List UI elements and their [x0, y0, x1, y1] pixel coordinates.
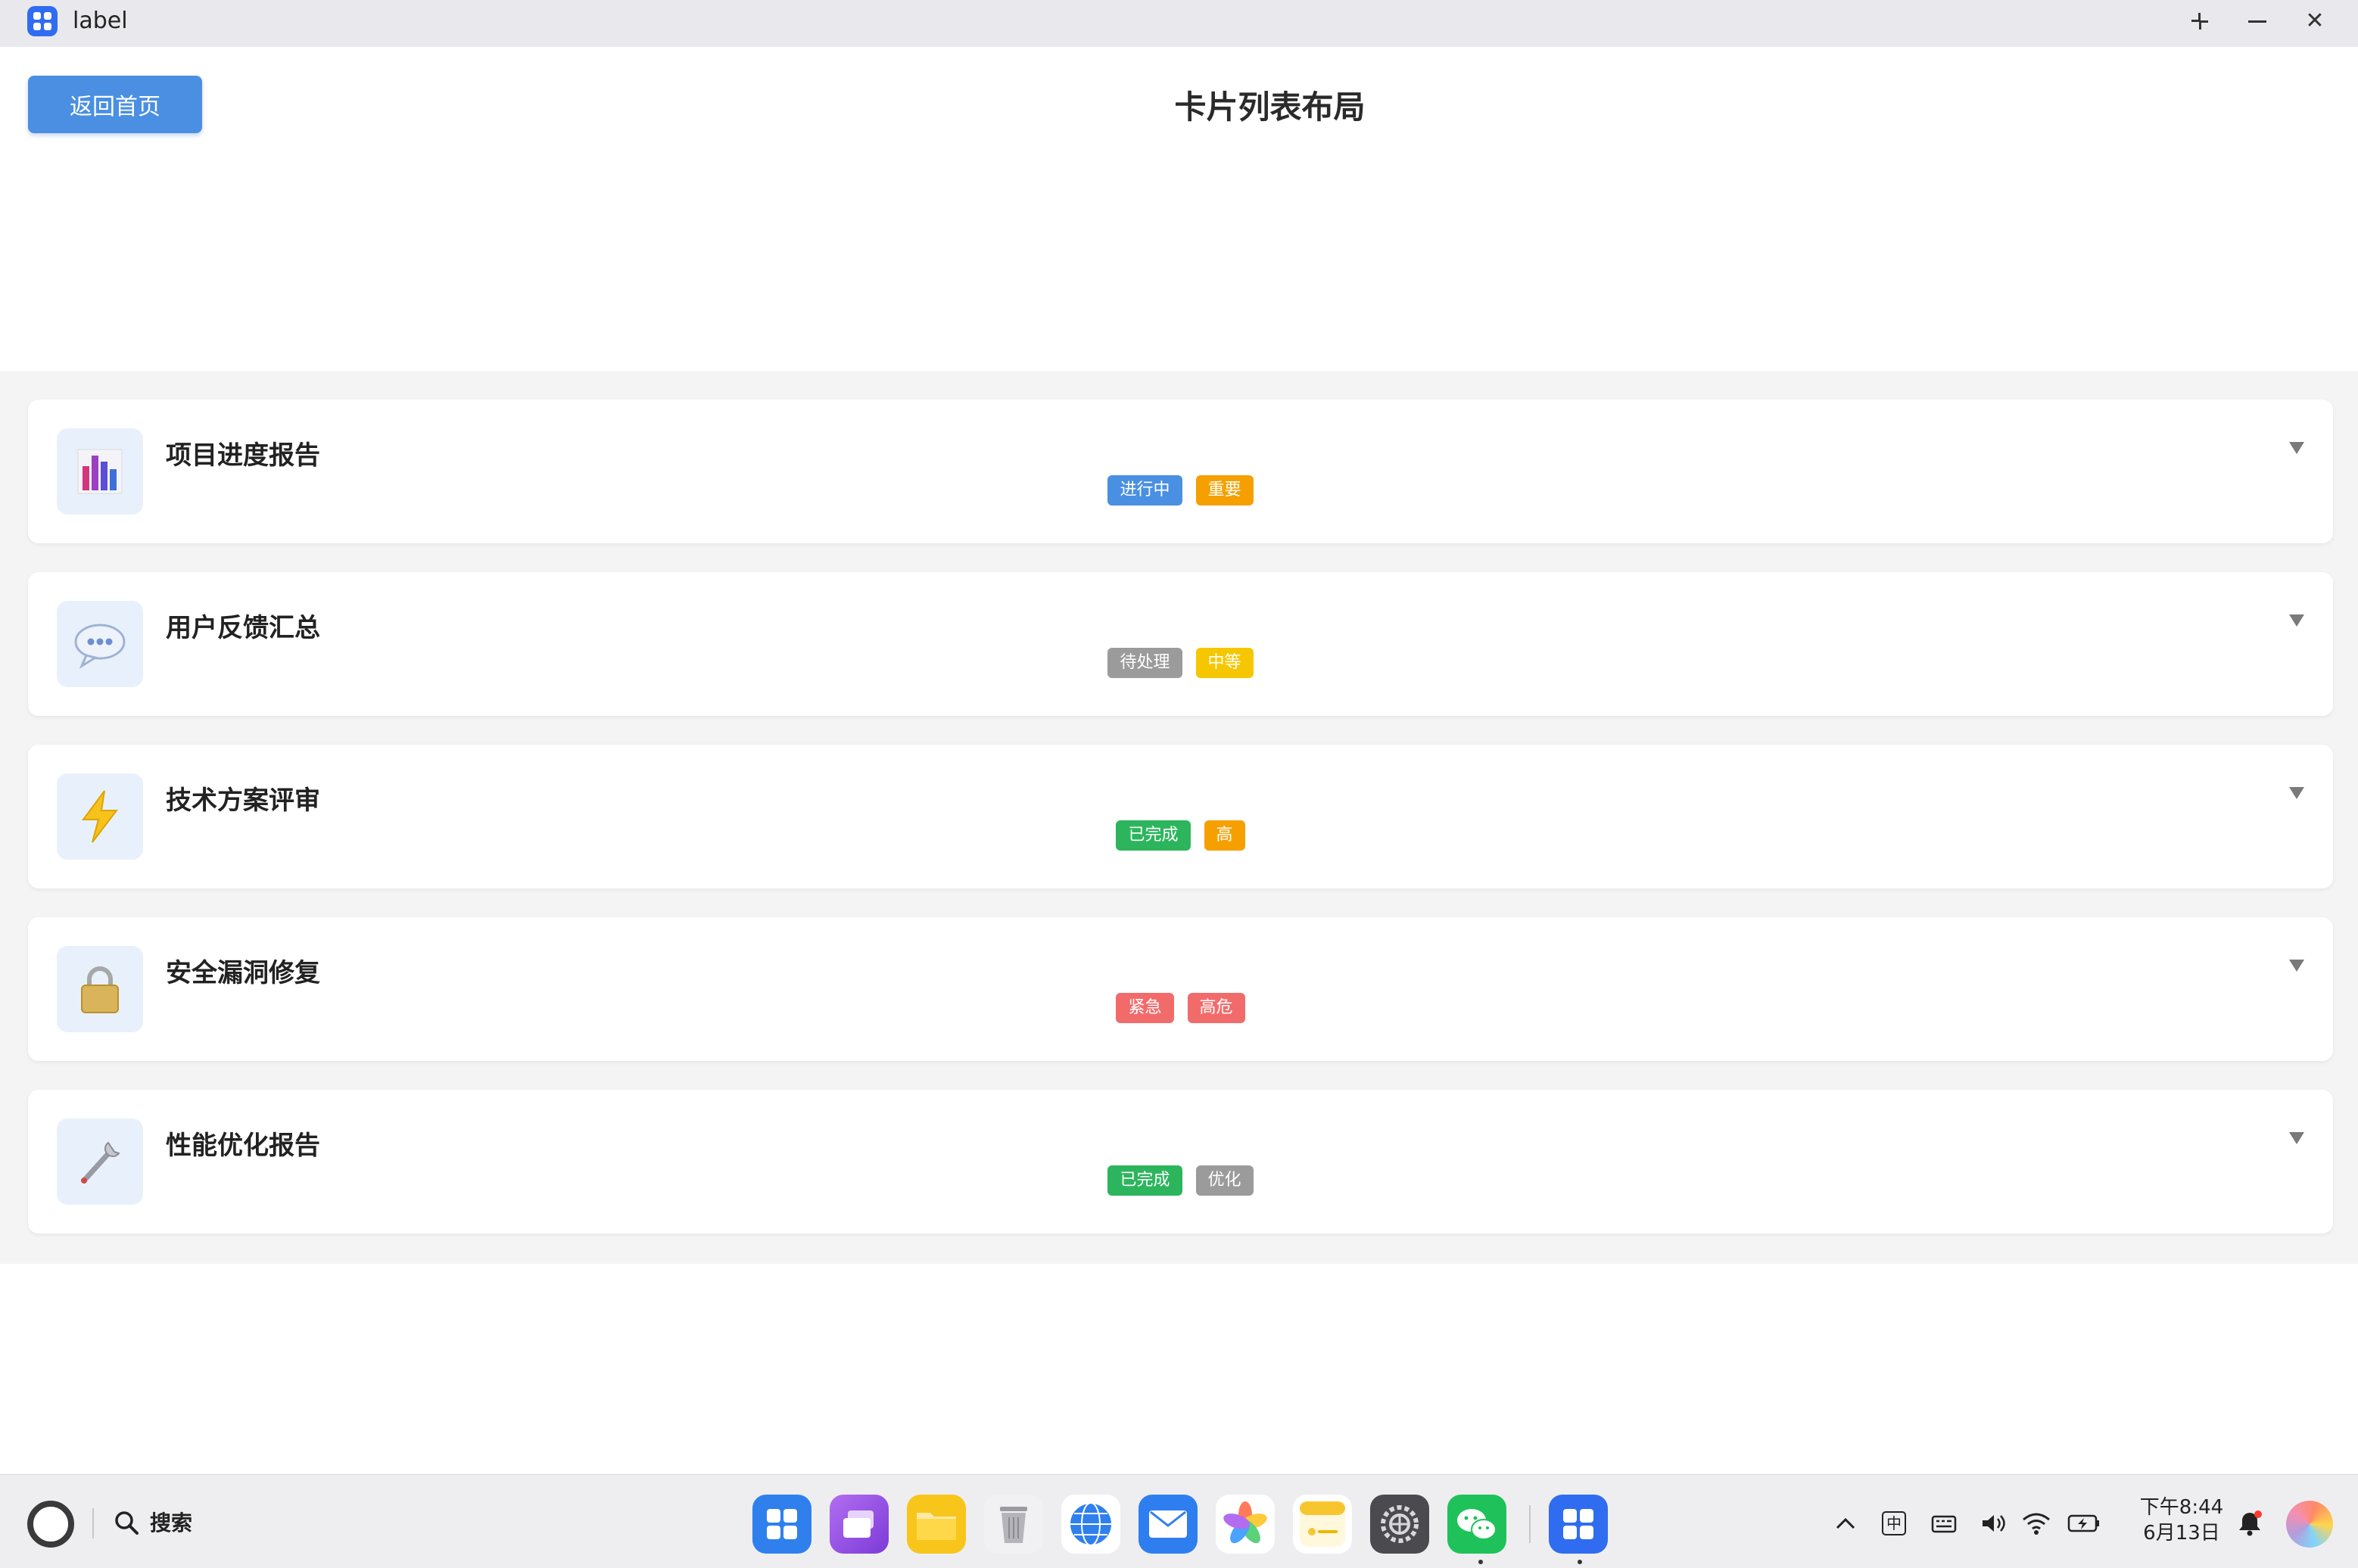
card-tags: 已完成 优化 — [28, 1165, 2333, 1196]
card-project-progress[interactable]: 项目进度报告 进行中 重要 — [28, 400, 2333, 543]
input-method-indicator[interactable]: 中 — [1879, 1508, 1909, 1538]
dock-separator — [1529, 1505, 1531, 1543]
app-icon — [27, 6, 58, 36]
envelope-icon — [1149, 1510, 1187, 1538]
card-title: 用户反馈汇总 — [166, 613, 320, 643]
label-app-dock-icon[interactable] — [1549, 1495, 1608, 1554]
clock-time: 下午8:44 — [2139, 1496, 2224, 1519]
status-badge: 已完成 — [1107, 1165, 1182, 1196]
priority-badge: 重要 — [1195, 475, 1254, 506]
start-button[interactable] — [27, 1501, 74, 1548]
search-label[interactable]: 搜索 — [150, 1510, 192, 1537]
flower-icon — [1223, 1501, 1267, 1544]
taskbar: 搜索 中 下午8:44 6月13日 — [0, 1474, 2358, 1568]
close-icon: ✕ — [2305, 8, 2325, 34]
app-grid-icon — [1563, 1509, 1593, 1539]
battery-icon[interactable] — [2067, 1508, 2101, 1538]
status-badge: 紧急 — [1116, 993, 1174, 1023]
notes-icon — [1300, 1501, 1345, 1547]
restore-button[interactable] — [2183, 6, 2216, 36]
trash-dock-icon[interactable] — [984, 1495, 1043, 1554]
keyboard-icon[interactable] — [1929, 1508, 1959, 1538]
search-icon[interactable] — [114, 1510, 139, 1535]
chevron-down-icon[interactable] — [2289, 1132, 2304, 1144]
launcher-dock-icon[interactable] — [752, 1495, 811, 1554]
gear-icon — [1381, 1505, 1419, 1543]
card-performance-report[interactable]: 性能优化报告 已完成 优化 — [28, 1090, 2333, 1234]
card-title: 安全漏洞修复 — [166, 958, 320, 988]
window-title: label — [73, 8, 128, 34]
priority-badge: 中等 — [1195, 648, 1254, 678]
page-title: 卡片列表布局 — [1174, 89, 1366, 126]
card-tech-review[interactable]: 技术方案评审 已完成 高 — [28, 745, 2333, 888]
assistant-orb-icon[interactable] — [2286, 1501, 2333, 1548]
app-window: label ✕ 返回首页 卡片列表布局 项目进度报告 进行中 重要 用户反馈汇总… — [0, 0, 2358, 1474]
settings-dock-icon[interactable] — [1370, 1495, 1429, 1554]
card-user-feedback[interactable]: 用户反馈汇总 待处理 中等 — [28, 572, 2333, 716]
card-security-fix[interactable]: 安全漏洞修复 紧急 高危 — [28, 917, 2333, 1061]
status-badge: 进行中 — [1107, 475, 1182, 506]
card-list: 项目进度报告 进行中 重要 用户反馈汇总 待处理 中等 技术方案评审 已完成 高… — [0, 371, 2358, 1264]
card-tags: 待处理 中等 — [28, 648, 2333, 678]
app-grid-icon — [767, 1509, 797, 1539]
restore-icon — [2190, 11, 2210, 31]
minimize-button[interactable] — [2241, 6, 2274, 36]
folder-icon — [917, 1513, 956, 1540]
mail-dock-icon[interactable] — [1139, 1495, 1198, 1554]
card-title: 项目进度报告 — [166, 440, 320, 471]
globe-icon — [1069, 1502, 1113, 1546]
category-badge: 优化 — [1195, 1165, 1254, 1196]
minimize-icon — [2248, 20, 2266, 23]
status-badge: 待处理 — [1107, 648, 1182, 678]
multitask-dock-icon[interactable] — [830, 1495, 889, 1554]
chevron-down-icon[interactable] — [2289, 442, 2304, 454]
priority-badge: 高危 — [1187, 993, 1245, 1023]
browser-dock-icon[interactable] — [1061, 1495, 1120, 1554]
clock[interactable]: 下午8:44 6月13日 — [2135, 1495, 2229, 1546]
title-bar: label ✕ — [0, 0, 2358, 47]
trash-icon — [1000, 1507, 1027, 1543]
files-dock-icon[interactable] — [907, 1495, 966, 1554]
windows-icon — [843, 1510, 874, 1538]
close-button[interactable]: ✕ — [2298, 6, 2332, 36]
chat-bubbles-icon — [1457, 1509, 1497, 1540]
notification-bell-icon[interactable] — [2235, 1508, 2265, 1538]
card-tags: 紧急 高危 — [28, 993, 2333, 1023]
card-tags: 进行中 重要 — [28, 475, 2333, 506]
chevron-down-icon[interactable] — [2289, 787, 2304, 799]
wechat-dock-icon[interactable] — [1447, 1495, 1506, 1554]
priority-badge: 高 — [1204, 820, 1245, 851]
card-title: 性能优化报告 — [166, 1131, 320, 1161]
notes-dock-icon[interactable] — [1293, 1495, 1352, 1554]
wifi-icon[interactable] — [2020, 1508, 2053, 1538]
photos-dock-icon[interactable] — [1216, 1495, 1275, 1554]
chevron-up-icon[interactable] — [1830, 1508, 1861, 1538]
card-tags: 已完成 高 — [28, 820, 2333, 851]
volume-icon[interactable] — [1979, 1508, 2009, 1538]
taskbar-divider — [92, 1508, 94, 1538]
card-title: 技术方案评审 — [166, 786, 320, 816]
chevron-down-icon[interactable] — [2289, 960, 2304, 972]
running-indicator — [1578, 1560, 1582, 1564]
chevron-down-icon[interactable] — [2289, 614, 2304, 627]
status-badge: 已完成 — [1116, 820, 1191, 851]
clock-date: 6月13日 — [2143, 1522, 2220, 1545]
running-indicator — [1478, 1560, 1483, 1564]
